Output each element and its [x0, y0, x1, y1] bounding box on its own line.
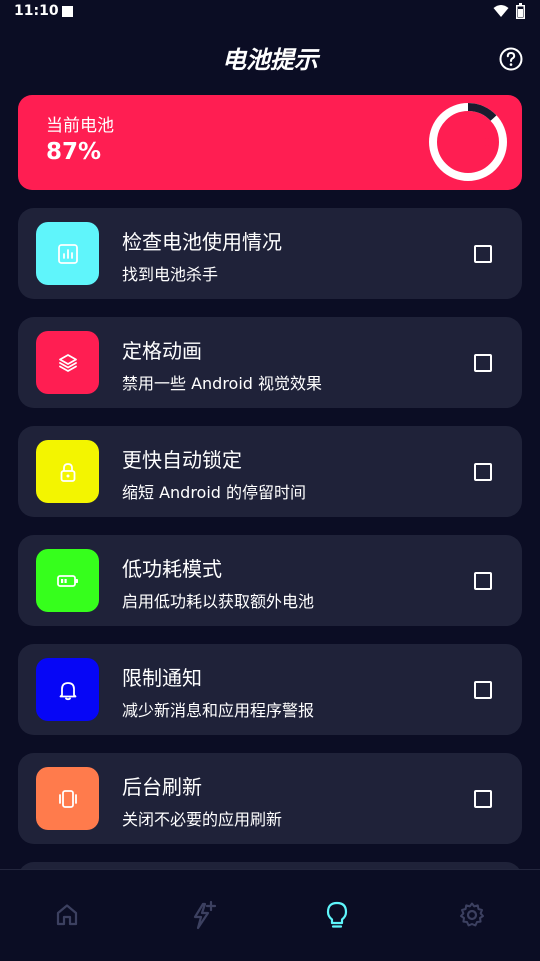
- battery-label: 当前电池: [46, 116, 114, 136]
- tip-icon-box: [36, 222, 99, 285]
- tip-card-auto-lock[interactable]: 更快自动锁定 缩短 Android 的停留时间: [18, 426, 522, 517]
- tip-title: 检查电池使用情况: [122, 230, 282, 254]
- tip-subtitle: 找到电池杀手: [122, 265, 219, 284]
- tip-checkbox[interactable]: [474, 354, 492, 372]
- help-circle-icon[interactable]: [498, 46, 524, 72]
- battery-icon: [447, 129, 489, 155]
- gear-icon: [460, 902, 484, 927]
- tip-checkbox[interactable]: [474, 681, 492, 699]
- battery-ring: [429, 103, 507, 181]
- tip-list: 检查电池使用情况 找到电池杀手 定格动画 禁用一些 Android 视觉效果 更…: [18, 208, 522, 862]
- nav-tips[interactable]: [322, 900, 352, 930]
- tip-title: 低功耗模式: [122, 557, 222, 581]
- battery-card: 当前电池 87%: [18, 95, 522, 190]
- status-bar: 11:10: [0, 0, 540, 24]
- tip-subtitle: 减少新消息和应用程序警报: [122, 701, 315, 720]
- tip-card-background-refresh[interactable]: 后台刷新 关闭不必要的应用刷新: [18, 753, 522, 844]
- bell-icon: [59, 681, 76, 700]
- tip-icon-box: [36, 658, 99, 721]
- tip-card-animations[interactable]: 定格动画 禁用一些 Android 视觉效果: [18, 317, 522, 408]
- wifi-icon: [493, 5, 509, 17]
- battery-status-icon: [516, 3, 525, 19]
- tip-icon-box: [36, 440, 99, 503]
- tip-checkbox[interactable]: [474, 463, 492, 481]
- tip-subtitle: 缩短 Android 的停留时间: [122, 483, 307, 502]
- lock-icon: [60, 462, 75, 482]
- page-title: 电池提示: [222, 46, 318, 74]
- vibrate-icon: [58, 789, 77, 808]
- tip-subtitle: 启用低功耗以获取额外电池: [122, 592, 315, 611]
- tip-icon-box: [36, 767, 99, 830]
- tip-checkbox[interactable]: [474, 572, 492, 590]
- battery-percent: 87%: [46, 139, 102, 165]
- bottom-nav: [0, 869, 540, 961]
- tip-card-notifications[interactable]: 限制通知 减少新消息和应用程序警报: [18, 644, 522, 735]
- chart-icon: [57, 243, 78, 264]
- nav-boost[interactable]: [188, 900, 218, 930]
- tip-icon-box: [36, 331, 99, 394]
- tip-title: 限制通知: [122, 666, 202, 690]
- nav-home[interactable]: [52, 900, 82, 930]
- tip-subtitle: 关闭不必要的应用刷新: [122, 810, 283, 829]
- tip-checkbox[interactable]: [474, 245, 492, 263]
- home-icon: [56, 904, 78, 926]
- layers-icon: [58, 353, 77, 372]
- tip-card-low-power[interactable]: 低功耗模式 启用低功耗以获取额外电池: [18, 535, 522, 626]
- tip-icon-box: [36, 549, 99, 612]
- tip-title: 后台刷新: [122, 775, 202, 799]
- tip-title: 定格动画: [122, 339, 202, 363]
- status-time: 11:10: [14, 3, 59, 19]
- tip-subtitle: 禁用一些 Android 视觉效果: [122, 374, 323, 393]
- flash-icon: [193, 900, 217, 930]
- nav-settings[interactable]: [457, 900, 487, 930]
- tip-checkbox[interactable]: [474, 790, 492, 808]
- lightbulb-icon: [326, 901, 348, 928]
- notification-icon: [62, 6, 73, 17]
- battery-low-icon: [56, 574, 78, 587]
- tip-card-battery-usage[interactable]: 检查电池使用情况 找到电池杀手: [18, 208, 522, 299]
- tip-title: 更快自动锁定: [122, 448, 242, 472]
